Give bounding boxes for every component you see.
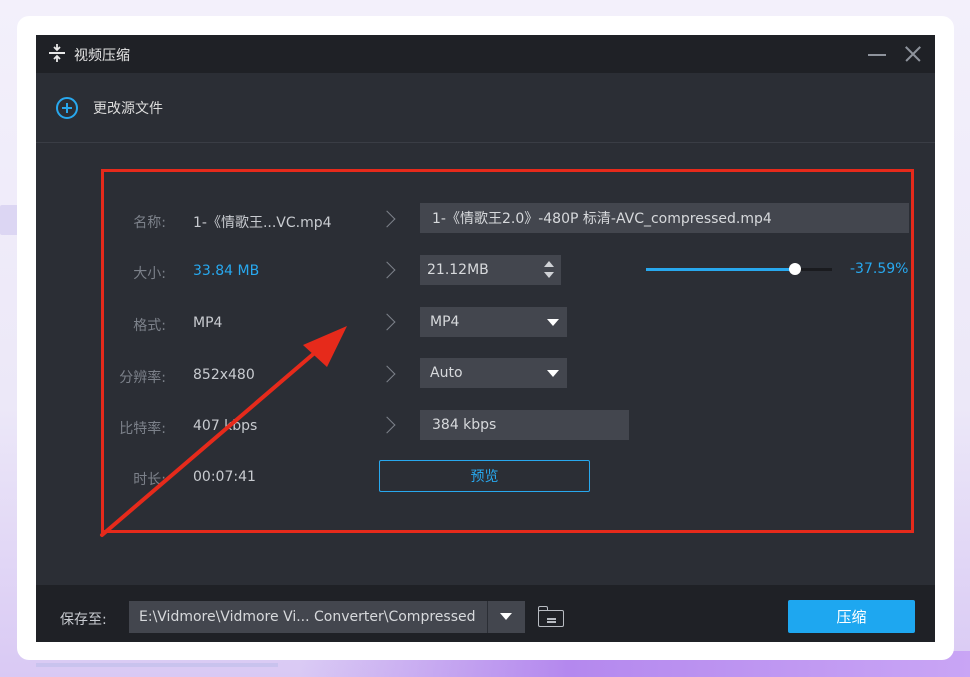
annotation-arrow	[100, 326, 347, 537]
